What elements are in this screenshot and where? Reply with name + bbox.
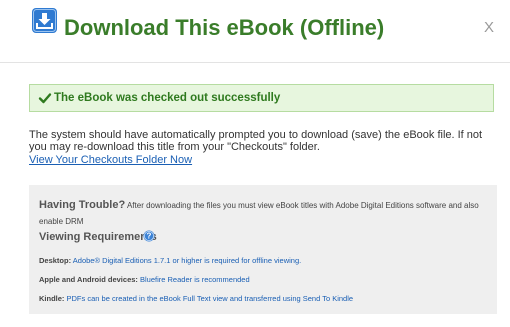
checkmark-icon (38, 93, 52, 104)
trouble-paragraph: Having Trouble? After downloading the fi… (39, 197, 491, 230)
adobe-digital-editions-link[interactable]: Adobe® Digital Editions 1.7.1 or higher … (73, 256, 301, 265)
svg-text:?: ? (147, 232, 152, 241)
bluefire-reader-link[interactable]: Bluefire Reader is recommended (140, 275, 250, 284)
success-message: The eBook was checked out successfully (54, 92, 281, 104)
requirement-label: Desktop: (39, 256, 72, 265)
dialog-title: Download This eBook (Offline) (64, 15, 385, 40)
help-icon[interactable]: ? (143, 230, 155, 242)
checkouts-folder-link[interactable]: View Your Checkouts Folder Now (29, 154, 192, 166)
success-alert: The eBook was checked out successfully (29, 84, 494, 112)
viewing-requirements-title: Viewing Requirements (39, 231, 157, 243)
close-button[interactable]: X (484, 19, 494, 36)
trouble-title: Having Trouble? (39, 199, 126, 211)
help-panel: Having Trouble? After downloading the fi… (29, 185, 497, 314)
requirement-label: Kindle: (39, 294, 65, 303)
download-dialog: Download This eBook (Offline) X The eBoo… (0, 0, 510, 327)
instructions-text: The system should have automatically pro… (29, 129, 483, 153)
requirement-kindle: Kindle: PDFs can be created in the eBook… (39, 294, 353, 303)
requirement-desktop: Desktop: Adobe® Digital Editions 1.7.1 o… (39, 256, 301, 265)
send-to-kindle-link[interactable]: PDFs can be created in the eBook Full Te… (67, 294, 354, 303)
requirement-label: Apple and Android devices: (39, 275, 138, 284)
requirement-mobile: Apple and Android devices: Bluefire Read… (39, 275, 250, 284)
download-icon (32, 8, 57, 33)
dialog-header: Download This eBook (Offline) X (0, 0, 510, 63)
